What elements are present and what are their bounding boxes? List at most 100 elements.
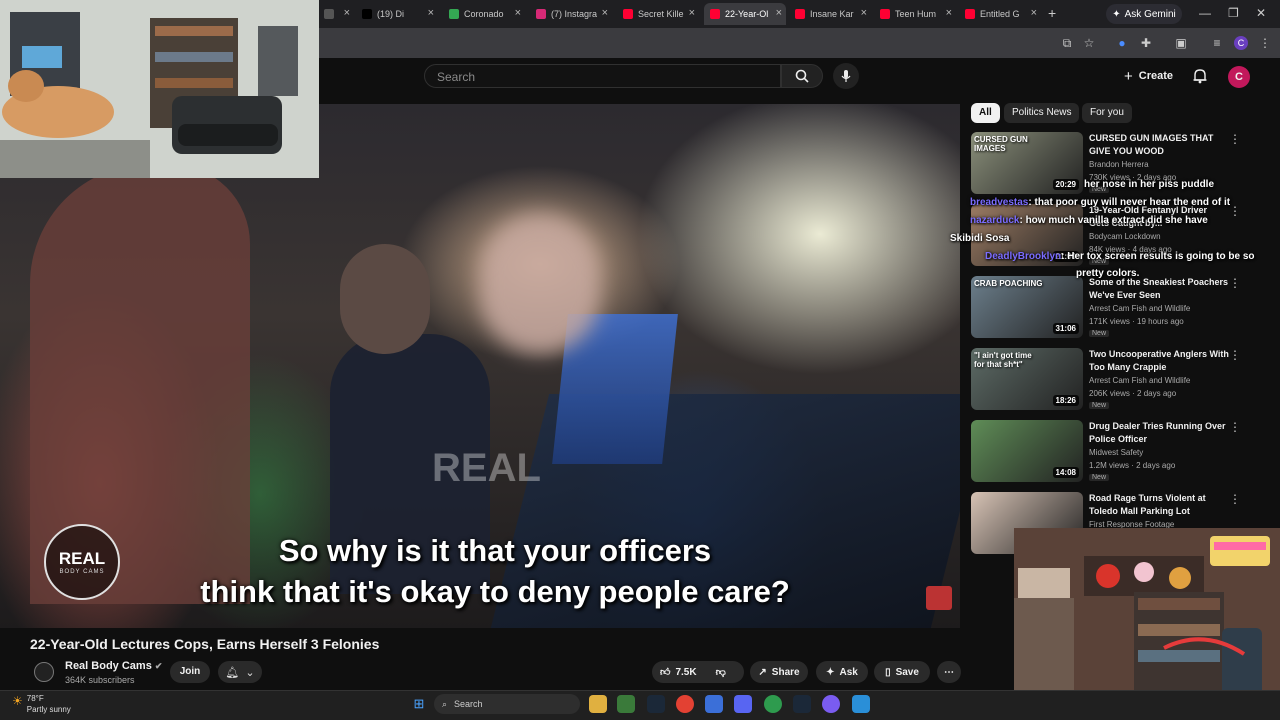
sidebar-panel-icon[interactable]: ▣ <box>1174 36 1188 50</box>
more-options-icon[interactable]: ⋮ <box>1229 420 1241 434</box>
steam-icon[interactable] <box>647 695 665 713</box>
recommended-video[interactable]: CRAB POACHING 31:06 Some of the Sneakiest … <box>971 276 1271 340</box>
close-window-icon[interactable]: ✕ <box>1256 6 1266 20</box>
new-tab-button[interactable]: + <box>1048 5 1056 21</box>
bell-icon <box>1193 69 1207 84</box>
chrome-icon[interactable] <box>676 695 694 713</box>
app-icon[interactable] <box>852 695 870 713</box>
close-tab-icon[interactable]: × <box>946 7 952 19</box>
voice-search-button[interactable] <box>833 63 859 89</box>
close-tab-icon[interactable]: × <box>776 7 782 19</box>
channel-name[interactable]: Real Body Cams ✔ <box>65 660 162 672</box>
video-title[interactable]: Two Uncooperative Anglers With Too Many … <box>1089 348 1229 374</box>
like-button[interactable]: 👍︎ 7.5K 👎︎ <box>652 661 744 683</box>
video-thumbnail[interactable]: "I ain't got time for that sh*t" 18:26 <box>971 348 1083 410</box>
media-control-icon[interactable]: ≡ <box>1210 36 1224 50</box>
chip-politics-news[interactable]: Politics News <box>1004 103 1080 123</box>
more-options-icon[interactable]: ⋮ <box>1229 348 1241 362</box>
install-app-icon[interactable]: ⧉ <box>1060 36 1074 50</box>
bookmark-star-icon[interactable]: ☆ <box>1082 36 1096 50</box>
video-thumbnail[interactable]: 14:08 <box>971 420 1083 482</box>
video-thumbnail[interactable]: CRAB POACHING 31:06 <box>971 276 1083 338</box>
browser-tab[interactable]: 22-Year-Ol × <box>704 3 786 25</box>
subscriber-count: 364K subscribers <box>65 675 135 685</box>
video-caption: So why is it that your officers think th… <box>0 530 960 612</box>
browser-tab[interactable]: Coronado × <box>443 3 525 25</box>
close-tab-icon[interactable]: × <box>602 7 608 19</box>
chat-message: breadvestas: that poor guy will never he… <box>970 197 1231 208</box>
youtube-icon <box>965 9 975 19</box>
search-icon: ⌕ <box>442 698 448 709</box>
new-badge: New <box>1089 402 1110 409</box>
blurred-face <box>480 214 600 354</box>
search-input[interactable]: Search <box>424 64 781 88</box>
ask-label: Ask <box>839 666 858 678</box>
restore-icon[interactable]: ❐ <box>1228 6 1239 20</box>
chat-username: DeadlyBrooklyn <box>985 251 1062 262</box>
more-actions-button[interactable]: ⋯ <box>937 661 961 683</box>
recommended-video[interactable]: 14:08 Drug Dealer Tries Running Over Poli… <box>971 420 1271 484</box>
close-tab-icon[interactable]: × <box>515 7 521 19</box>
notification-dropdown-button[interactable]: 🔔︎ ⌄ <box>218 661 262 683</box>
close-tab-icon[interactable]: × <box>428 7 434 19</box>
discord-icon[interactable] <box>734 695 752 713</box>
taskbar-search[interactable]: ⌕ Search <box>434 694 580 714</box>
subscribe-watermark-icon[interactable] <box>926 586 952 610</box>
video-thumbnail[interactable]: CURSED GUN IMAGES 20:29 <box>971 132 1083 194</box>
close-tab-icon[interactable]: × <box>344 7 350 19</box>
join-button[interactable]: Join <box>170 661 210 683</box>
video-title[interactable]: Drug Dealer Tries Running Over Police Of… <box>1089 420 1229 446</box>
browser-app-icon[interactable] <box>764 695 782 713</box>
chat-text: Skibidi Sosa <box>950 233 1010 244</box>
search-button[interactable] <box>781 64 823 88</box>
browser-tab[interactable]: Teen Hum × <box>874 3 956 25</box>
start-menu-icon[interactable]: ⊞ <box>410 695 428 713</box>
chip-for-you[interactable]: For you <box>1082 103 1132 123</box>
channel-name: Midwest Safety <box>1089 448 1144 457</box>
close-tab-icon[interactable]: × <box>1031 7 1037 19</box>
create-button[interactable]: + Create <box>1124 66 1173 86</box>
tab-label: (19) Di <box>377 9 405 19</box>
more-options-icon[interactable]: ⋮ <box>1229 492 1241 506</box>
close-tab-icon[interactable]: × <box>861 7 867 19</box>
browser-tab[interactable]: (7) Instagra × <box>530 3 612 25</box>
notifications-button[interactable] <box>1192 68 1208 89</box>
video-watermark: REAL <box>432 446 541 490</box>
browser-tab[interactable]: Insane Kar × <box>789 3 871 25</box>
browser-menu-icon[interactable]: ⋮ <box>1258 36 1272 50</box>
chrome-profile-icon[interactable] <box>822 695 840 713</box>
chip-all[interactable]: All <box>971 103 1000 123</box>
extension-icon[interactable]: ● <box>1115 36 1129 50</box>
video-title[interactable]: Road Rage Turns Violent at Toledo Mall P… <box>1089 492 1229 518</box>
video-frame-shape <box>340 244 430 354</box>
more-options-icon[interactable]: ⋮ <box>1229 132 1241 146</box>
save-button[interactable]: ▯ Save <box>874 661 930 683</box>
edge-icon[interactable] <box>705 695 723 713</box>
more-options-icon[interactable]: ⋮ <box>1229 276 1241 290</box>
more-options-icon[interactable]: ⋮ <box>1229 204 1241 218</box>
file-explorer-icon[interactable] <box>589 695 607 713</box>
browser-tab[interactable]: (19) Di × <box>356 3 438 25</box>
weather-widget[interactable]: ☀ 78°F Partly sunny <box>12 694 71 714</box>
browser-tab[interactable]: Entitled G × <box>959 3 1041 25</box>
channel-avatar[interactable] <box>34 662 54 682</box>
share-button[interactable]: ↗ Share <box>750 661 808 683</box>
webcam-overlay-top-left <box>0 0 319 178</box>
account-avatar[interactable]: C <box>1228 66 1250 88</box>
terminal-app-icon[interactable] <box>617 695 635 713</box>
ask-gemini-button[interactable]: ✦ Ask Gemini <box>1106 4 1182 24</box>
minimize-icon[interactable]: — <box>1199 6 1211 20</box>
steam-icon[interactable] <box>793 695 811 713</box>
browser-tab[interactable]: Secret Kille × <box>617 3 699 25</box>
profile-avatar[interactable]: C <box>1234 36 1248 50</box>
browser-tab[interactable]: × <box>318 3 354 25</box>
video-player[interactable]: REAL REAL BODY CAMS So why is it that yo… <box>0 104 960 628</box>
thumbs-down-icon: 👎︎ <box>715 667 726 678</box>
chat-message: Skibidi Sosa <box>950 233 1009 244</box>
recommended-video[interactable]: "I ain't got time for that sh*t" 18:26 Two… <box>971 348 1271 412</box>
ask-button[interactable]: ✦ Ask <box>816 661 868 683</box>
puzzle-icon[interactable]: ✚ <box>1139 36 1153 50</box>
video-title[interactable]: Some of the Sneakiest Poachers We've Eve… <box>1089 276 1229 302</box>
video-title[interactable]: CURSED GUN IMAGES THAT GIVE YOU WOOD <box>1089 132 1229 158</box>
close-tab-icon[interactable]: × <box>689 7 695 19</box>
